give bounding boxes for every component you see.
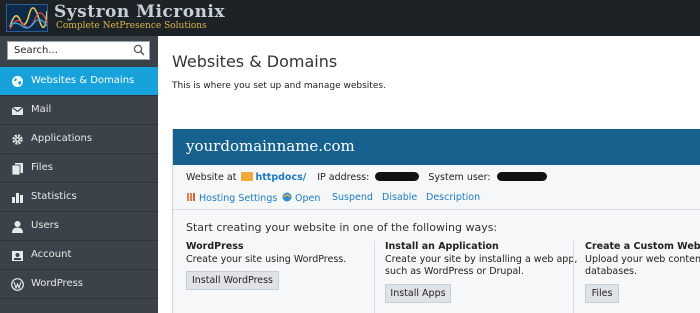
install-wordpress-button[interactable]: Install WordPress [186,271,279,290]
ip-address-label: IP address: [317,172,370,183]
column-divider [374,241,375,313]
sidebar-item-label: Websites & Domains [31,75,135,86]
hosting-settings-label: Hosting Settings [199,193,278,204]
domain-panel: yourdomainname.com Website at httpdocs/ … [172,129,700,313]
hosting-settings-link[interactable]: Hosting Settings [186,192,277,204]
option-description: Upload your web content a databases. [585,254,700,278]
wordpress-icon [11,278,24,291]
start-creating-text: Start creating your website in one of th… [186,221,498,234]
column-divider [573,241,574,313]
sidebar-item-account[interactable]: Account [0,241,158,270]
files-button[interactable]: Files [585,284,619,303]
sidebar-item-label: Applications [31,133,93,144]
top-bar: Systron Micronix Complete NetPresence So… [0,0,700,36]
open-globe-icon [282,192,292,202]
brand-title: Systron Micronix [54,2,226,22]
search-input[interactable]: Search... [7,41,150,60]
sidebar-item-websites-domains[interactable]: Websites & Domains [0,67,158,96]
brand-subtitle: Complete NetPresence Solutions [56,21,207,31]
sidebar-item-label: WordPress [31,278,84,289]
page-title: Websites & Domains [172,52,338,71]
folder-icon [241,172,254,181]
option-desc-line: databases. [585,266,638,277]
sidebar-item-wordpress[interactable]: WordPress [0,270,158,299]
sidebar-item-label: Statistics [31,191,77,202]
sidebar-item-label: Files [31,162,53,173]
option-title: Create a Custom Website [585,241,700,252]
disable-link[interactable]: Disable [382,192,417,203]
envelope-icon [11,106,24,115]
bar-chart-icon [12,193,23,203]
option-desc-line: Upload your web content a [585,254,700,265]
website-at-label: Website at [186,172,237,183]
sidebar-item-users[interactable]: Users [0,212,158,241]
sidebar-item-label: Users [31,220,60,231]
sidebar: Search... Websites & Domains Mail Applic… [0,36,158,313]
domain-info-row: Website at httpdocs/ IP address: System … [186,172,547,183]
system-user-label: System user: [428,172,491,183]
open-link[interactable]: Open [282,192,320,204]
install-apps-button[interactable]: Install Apps [385,284,451,303]
sidebar-item-label: Account [31,249,72,260]
id-card-icon [12,251,23,261]
system-user-redacted [496,172,547,181]
option-title: Install an Application [385,241,499,252]
domain-header: yourdomainname.com [173,129,700,165]
page-description: This is where you set up and manage webs… [172,81,386,91]
docroot-link[interactable]: httpdocs/ [255,172,306,183]
option-desc-line: Create your site by installing a web app… [385,254,578,265]
logo-icon [6,4,48,32]
option-install-application: Install an Application Create your site … [385,241,577,313]
gear-icon [12,134,23,145]
globe-icon [12,76,23,87]
sidebar-item-label: Mail [31,104,52,115]
sidebar-item-files[interactable]: Files [0,154,158,183]
divider [173,209,700,210]
user-icon [12,221,23,233]
files-icon [11,163,23,175]
option-description: Create your site using WordPress. [186,254,346,266]
domain-name[interactable]: yourdomainname.com [186,137,355,155]
ip-address-redacted [375,172,420,181]
option-custom-website: Create a Custom Website Upload your web … [585,241,700,313]
option-description: Create your site by installing a web app… [385,254,577,278]
sidebar-item-mail[interactable]: Mail [0,96,158,125]
option-desc-line: Create your site using WordPress. [186,254,347,265]
tools-icon [187,193,195,201]
option-wordpress: WordPress Create your site using WordPre… [186,241,374,313]
option-desc-line: such as WordPress or Drupal. [385,266,524,277]
sidebar-item-statistics[interactable]: Statistics [0,183,158,212]
search-icon[interactable] [133,44,145,56]
search-placeholder: Search... [14,45,58,56]
sidebar-item-applications[interactable]: Applications [0,125,158,154]
suspend-link[interactable]: Suspend [332,192,373,203]
open-label: Open [295,193,321,204]
description-link[interactable]: Description [426,192,480,203]
option-title: WordPress [186,241,244,252]
